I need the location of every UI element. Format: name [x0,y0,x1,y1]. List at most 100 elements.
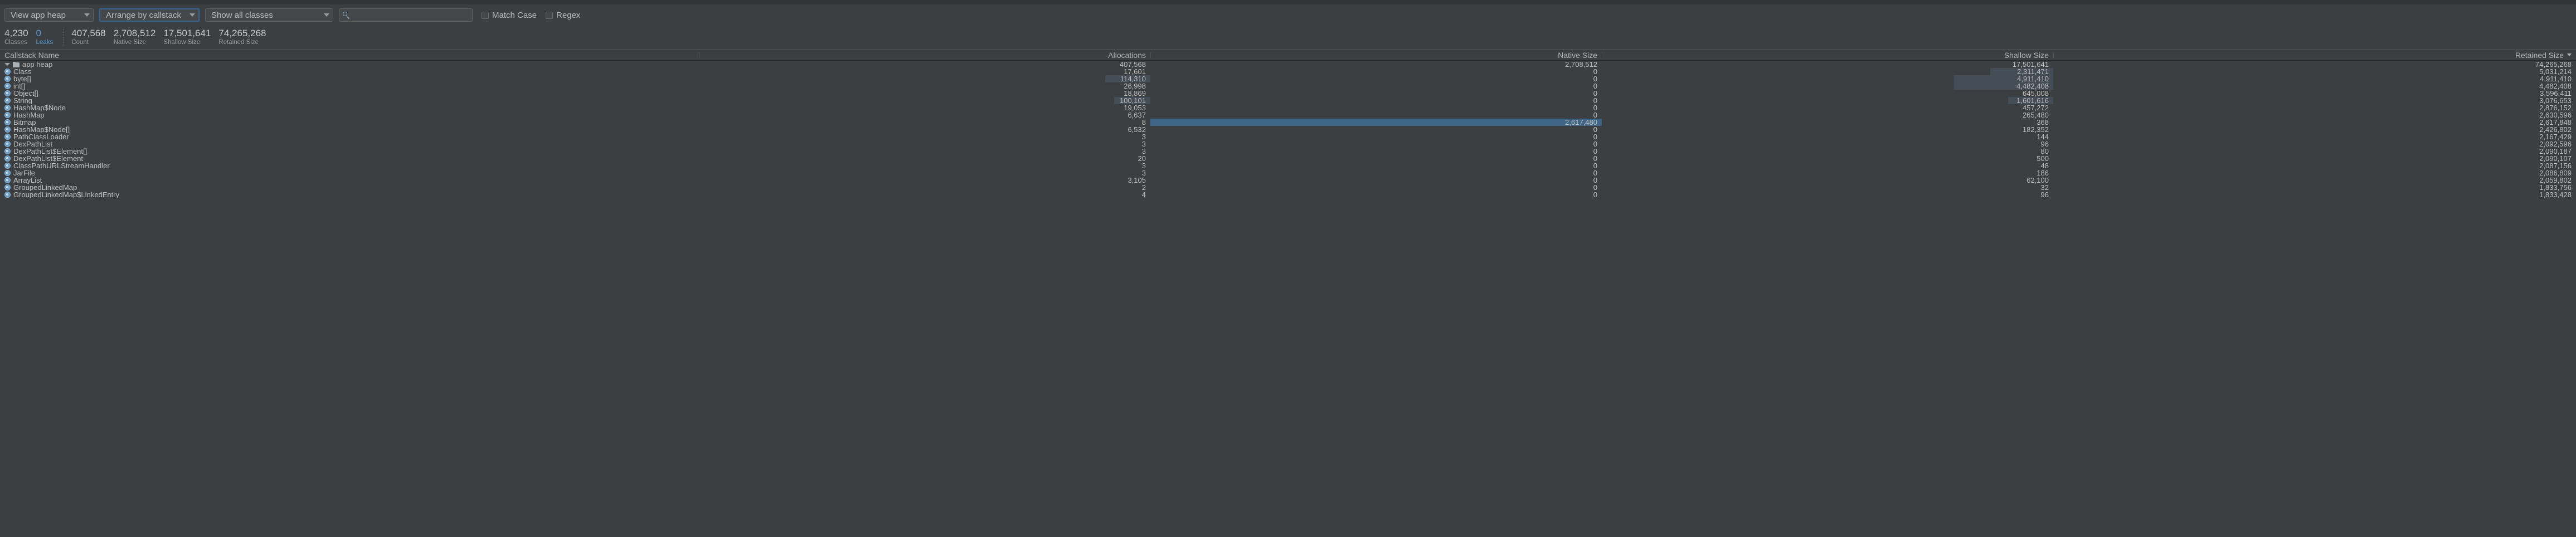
cell-value: 0 [1593,75,1597,82]
table-row[interactable]: String 100,101 0 1,601,616 3,076,653 [0,97,2576,104]
table-row[interactable]: GroupedLinkedMap 2 0 32 1,833,756 [0,184,2576,191]
match-case-checkbox[interactable] [482,11,489,19]
column-header-label: Retained Size [2515,50,2564,60]
cell-alloc: 3 [699,148,1150,155]
cell-value: 1,833,756 [2539,184,2572,191]
cell-value: 32 [2040,184,2049,191]
tree-expand-toggle-icon[interactable] [4,62,10,67]
cell-shallow: 144 [1602,133,2053,140]
table-row[interactable]: GroupedLinkedMap$LinkedEntry 4 0 96 1,833,42… [0,191,2576,198]
cell-value: 6,532 [1127,126,1146,133]
cell-native: 0 [1150,140,1602,148]
class-icon [4,134,11,140]
column-header-label: Shallow Size [2004,50,2049,60]
cell-callstack-name: app heap [0,61,699,68]
match-case-option[interactable]: Match Case [482,11,537,20]
cell-value: 17,601 [1124,68,1146,75]
cell-alloc: 8 [699,119,1150,126]
cell-callstack-name: GroupedLinkedMap [0,184,699,191]
cell-callstack-name: String [0,97,699,104]
cell-value: 114,310 [1120,75,1146,82]
column-header-native[interactable]: Native Size [1150,51,1602,60]
search-box[interactable] [339,8,473,22]
cell-shallow: 62,100 [1602,177,2053,184]
class-icon [4,126,11,133]
table-row[interactable]: HashMap 6,637 0 265,480 2,630,596 [0,111,2576,119]
column-header-label: Allocations [1108,50,1146,60]
heap-select-value: View app heap [11,10,66,20]
column-header-shallow[interactable]: Shallow Size [1602,51,2053,60]
table-row[interactable]: JarFile 3 0 186 2,086,809 [0,169,2576,177]
table-row[interactable]: DexPathList$Element 20 0 500 2,090,107 [0,155,2576,162]
column-header-alloc[interactable]: Allocations [699,51,1150,60]
cell-shallow: 17,501,641 [1602,61,2053,68]
cell-value: 26,998 [1124,82,1146,90]
table-row[interactable]: DexPathList$Element[] 3 0 80 2,090,187 [0,148,2576,155]
cell-value: 2,086,809 [2539,169,2572,177]
class-icon [4,163,11,169]
cell-retained: 4,911,410 [2053,75,2576,82]
table-row[interactable]: byte[] 114,310 0 4,911,410 4,911,410 [0,75,2576,82]
table-row[interactable]: DexPathList 3 0 96 2,092,596 [0,140,2576,148]
cell-value: 0 [1593,191,1597,198]
table-row[interactable]: int[] 26,998 0 4,482,408 4,482,408 [0,82,2576,90]
cell-value: 0 [1593,184,1597,191]
row-label: Object[] [13,90,38,97]
cell-value: 2,092,596 [2539,140,2572,148]
table-row[interactable]: Class 17,601 0 2,311,471 5,031,214 [0,68,2576,75]
table-row[interactable]: ArrayList 3,105 0 62,100 2,059,802 [0,177,2576,184]
cell-alloc: 3 [699,133,1150,140]
table-row[interactable]: HashMap$Node[] 6,532 0 182,352 2,426,802 [0,126,2576,133]
cell-value: 0 [1593,177,1597,184]
heap-select[interactable]: View app heap [4,8,94,22]
arrange-select[interactable]: Arrange by callstack [99,8,200,22]
cell-value: 2,090,107 [2539,155,2572,162]
table-row[interactable]: app heap 407,568 2,708,512 17,501,641 74,265… [0,61,2576,68]
cell-retained: 74,265,268 [2053,61,2576,68]
cell-callstack-name: GroupedLinkedMap$LinkedEntry [0,191,699,198]
cell-callstack-name: PathClassLoader [0,133,699,140]
class-icon [4,69,11,75]
cell-alloc: 19,053 [699,104,1150,111]
regex-option[interactable]: Regex [546,11,580,20]
class-icon [4,192,11,198]
cell-shallow: 1,601,616 [1602,97,2053,104]
column-header-retained[interactable]: Retained Size [2053,51,2576,60]
class-icon [4,141,11,147]
stat-label: Classes [4,39,27,46]
chevron-down-icon [84,13,90,17]
table-row[interactable]: ClassPathURLStreamHandler 3 0 48 2,087,156 [0,162,2576,169]
cell-value: 2,617,848 [2539,119,2572,126]
stat-value: 74,265,268 [218,28,266,38]
cell-value: 0 [1593,140,1597,148]
class-icon [4,119,11,125]
cell-value: 0 [1593,97,1597,104]
regex-label: Regex [556,10,581,20]
cell-value: 265,480 [2023,111,2049,119]
cell-alloc: 6,637 [699,111,1150,119]
stat-label: Native Size [113,39,146,46]
cell-shallow: 32 [1602,184,2053,191]
table-row[interactable]: PathClassLoader 3 0 144 2,167,429 [0,133,2576,140]
cell-value: 2,708,512 [1565,61,1597,68]
row-label: Bitmap [13,119,36,126]
row-label: byte[] [13,75,31,82]
table-body[interactable]: app heap 407,568 2,708,512 17,501,641 74,265… [0,61,2576,537]
cell-value: 2,090,187 [2539,148,2572,155]
row-label: DexPathList [13,140,53,148]
search-input[interactable] [353,11,469,19]
column-header-name[interactable]: Callstack Name [0,51,699,60]
cell-value: 186 [2037,169,2049,177]
chevron-down-icon [324,13,329,17]
regex-checkbox[interactable] [546,11,553,19]
cell-value: 0 [1593,68,1597,75]
class-icon [4,90,11,96]
sort-descending-arrow-icon [2567,53,2572,56]
table-row[interactable]: HashMap$Node 19,053 0 457,272 2,876,152 [0,104,2576,111]
cell-value: 74,265,268 [2535,61,2572,68]
table-row[interactable]: Bitmap 8 2,617,480 368 2,617,848 [0,119,2576,126]
class-filter-select[interactable]: Show all classes [205,8,333,22]
stat-classes: 4,230 Classes [4,28,36,46]
table-row[interactable]: Object[] 18,869 0 645,008 3,596,411 [0,90,2576,97]
cell-shallow: 96 [1602,191,2053,198]
